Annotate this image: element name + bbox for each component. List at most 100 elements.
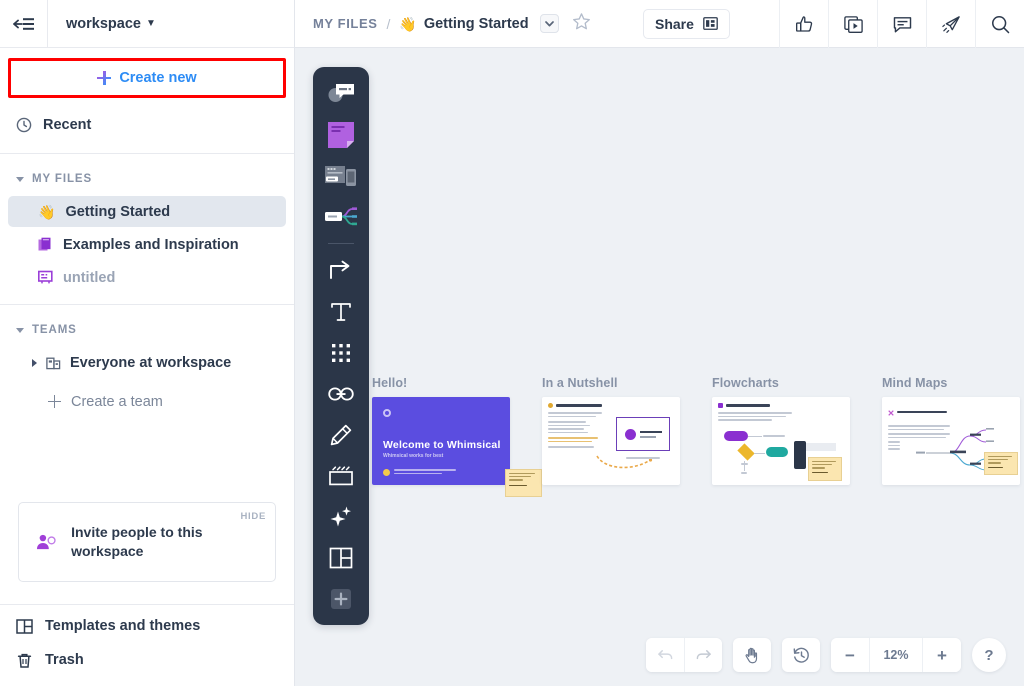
tool-text[interactable] [320,293,362,331]
invite-card-text: Invite people to this workspace [71,524,203,559]
sidebar-item-examples-and-inspiration[interactable]: Examples and Inspiration [8,229,286,260]
search-icon[interactable] [975,0,1024,48]
share-area: Share [643,8,730,39]
document-menu-button[interactable] [539,14,559,33]
redo-button[interactable] [684,638,722,672]
text-line [888,448,900,450]
sidebar-item-recent[interactable]: Recent [0,108,294,142]
text-line [718,419,772,421]
tool-chat-bubble[interactable] [320,75,362,113]
breadcrumb-current[interactable]: 👋 Getting Started [399,16,528,32]
share-presentation-icon [703,17,718,30]
tool-sticky-note[interactable] [320,116,362,154]
sidebar-item-untitled[interactable]: untitled [8,262,286,293]
board-card-mind-maps[interactable]: Mind Maps [882,376,1020,485]
favorite-star-button[interactable] [572,12,591,36]
plus-icon [97,71,112,85]
top-bar: MY FILES / 👋 Getting Started Share [295,0,1024,48]
sidebar-item-label: Examples and Inspiration [63,236,239,253]
app-root: workspace ▼ Create new Recent MY FILES � [0,0,1024,686]
board-card-thumbnail[interactable] [882,397,1020,485]
section-teams[interactable]: TEAMS [0,315,294,345]
sidebar-item-trash[interactable]: Trash [0,644,295,676]
heading-line [726,404,770,407]
text-line [741,463,748,465]
sidebar-item-label: Templates and themes [45,618,201,634]
workspace-selector[interactable]: workspace ▼ [48,16,156,32]
tool-pen[interactable] [320,416,362,454]
mindmap-preview [888,403,1018,479]
section-my-files[interactable]: MY FILES [0,164,294,194]
tool-ai-sparkle[interactable] [320,498,362,536]
breadcrumb-root[interactable]: MY FILES [313,16,378,31]
sticky-note[interactable] [984,452,1018,475]
zoom-out-label: − [845,645,855,665]
sticky-note[interactable] [505,469,542,497]
section-my-files-label: MY FILES [32,173,93,185]
text-line [812,461,836,463]
share-button[interactable]: Share [643,8,730,39]
create-a-team-button[interactable]: Create a team [8,386,286,417]
hide-button[interactable]: HIDE [241,511,267,522]
tool-layout[interactable] [320,539,362,577]
send-paper-plane-icon[interactable] [926,0,975,48]
doc-heading [548,403,674,408]
zoom-out-button[interactable]: − [831,638,869,672]
text-line [718,412,792,414]
zoom-level[interactable]: 12% [869,638,923,672]
chevron-down-icon: ▼ [145,18,156,29]
text-line [548,424,590,426]
logo-text-line [640,431,662,434]
curved-arrow-icon [596,455,653,469]
sticky-note[interactable] [808,457,842,481]
clock-icon [16,117,32,133]
tool-add-more[interactable] [320,580,362,618]
presentation-play-glyph [843,15,863,33]
logo-dot-icon [383,409,391,417]
board-card-hello[interactable]: Hello! Welcome to Whimsical Whimsical wo… [372,376,542,497]
text-line [394,469,456,471]
tool-mind-map[interactable] [320,198,362,236]
undo-redo-group [646,638,722,672]
topbar-icon-group [779,0,1024,48]
board-card-thumbnail[interactable] [712,397,850,485]
tool-frame[interactable] [320,457,362,495]
canvas[interactable]: Hello! Welcome to Whimsical Whimsical wo… [295,48,1024,686]
tool-link[interactable] [320,375,362,413]
zoom-in-button[interactable]: + [923,638,961,672]
sidebar-item-getting-started[interactable]: 👋 Getting Started [8,196,286,227]
mind-map-glyph [325,207,357,226]
comment-glyph [893,16,911,32]
sidebar-item-templates-and-themes[interactable]: Templates and themes [0,610,295,642]
tool-wireframe[interactable] [320,157,362,195]
presentation-play-icon[interactable] [828,0,877,48]
create-new-wrapper: Create new [8,58,286,98]
version-history-button[interactable] [782,638,820,672]
board-card-thumbnail[interactable] [542,397,680,485]
welcome-slide: Welcome to Whimsical Whimsical works for… [372,397,510,485]
add-people-icon [36,534,56,550]
hand-pan-button[interactable] [733,638,771,672]
create-new-button[interactable]: Create new [11,61,283,95]
tool-dots-grid[interactable] [320,334,362,372]
folder-stack-icon [38,237,51,251]
board-card-thumbnail[interactable]: Welcome to Whimsical Whimsical works for… [372,397,542,497]
comment-icon[interactable] [877,0,926,48]
welcome-footer [383,469,456,476]
breadcrumb-separator: / [386,15,391,32]
zoom-group: − 12% + [831,638,961,672]
undo-button[interactable] [646,638,684,672]
thumbs-up-glyph [795,15,812,32]
board-card-label: In a Nutshell [542,376,618,390]
sidebar-item-everyone-at-workspace[interactable]: Everyone at workspace [8,347,286,378]
embedded-logo-box [616,417,670,451]
thumbs-up-icon[interactable] [779,0,828,48]
heading-line [556,404,602,407]
collapse-sidebar-icon[interactable] [0,0,48,48]
tool-arrow-connector[interactable] [320,252,362,290]
invite-people-card[interactable]: HIDE Invite people to this workspace [18,502,276,582]
board-card-in-a-nutshell[interactable]: In a Nutshell [542,376,680,485]
board-card-label: Hello! [372,376,408,390]
help-button[interactable]: ? [972,638,1006,672]
board-card-flowcharts[interactable]: Flowcharts [712,376,850,485]
